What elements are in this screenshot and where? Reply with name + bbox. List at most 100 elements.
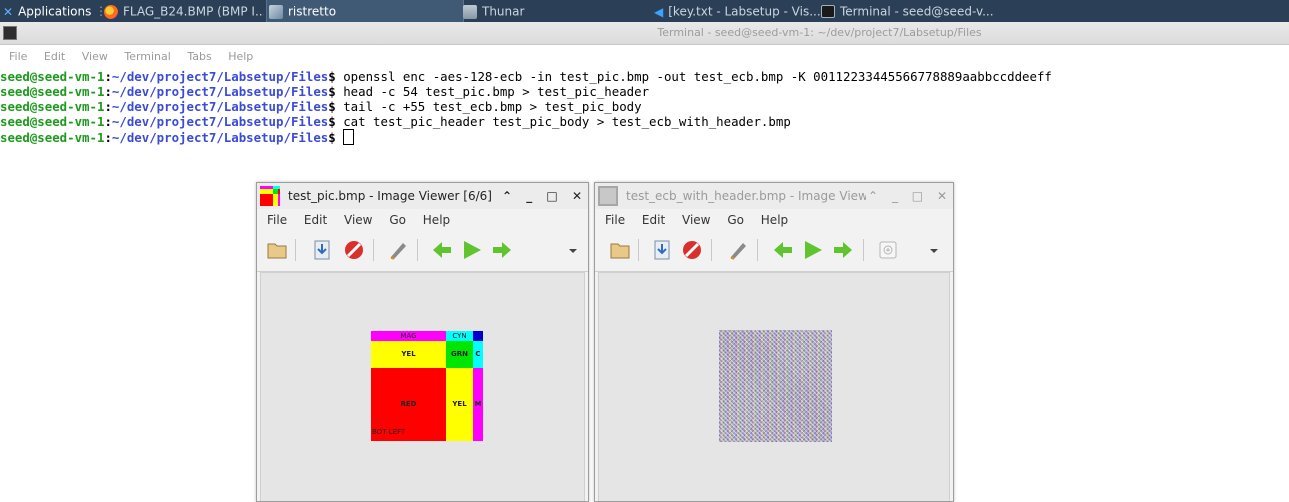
open-folder-icon[interactable] [266, 239, 288, 261]
minimize-icon[interactable]: _ [892, 189, 898, 203]
terminal-cursor [343, 129, 355, 145]
terminal-line: seed@seed-vm-1:~/dev/project7/Labsetup/F… [0, 84, 650, 99]
prompt-symbol: $ [328, 99, 336, 114]
image-canvas[interactable] [598, 272, 950, 501]
bot-left-caption: BOT LEFT [372, 427, 432, 437]
close-icon[interactable]: ✕ [572, 189, 582, 203]
window-controls: ⌃ _ □ ✕ [492, 183, 582, 209]
image-viewer-window-ecb[interactable]: test_ecb_with_header.bmp - Image View ⌃ … [594, 182, 954, 502]
terminal-line: seed@seed-vm-1:~/dev/project7/Labsetup/F… [0, 129, 1289, 145]
command-text: head -c 54 test_pic.bmp > test_pic_heade… [343, 84, 650, 99]
menu-terminal[interactable]: Terminal [124, 50, 171, 63]
viewer-titlebar[interactable]: test_pic.bmp - Image Viewer [6/6] ⌃ _ □ … [257, 183, 588, 209]
next-arrow-icon[interactable] [491, 239, 513, 261]
delete-stop-icon[interactable] [343, 239, 365, 261]
save-copy-icon[interactable] [651, 239, 673, 261]
prompt-user: seed@seed-vm-1 [0, 99, 105, 114]
taskbar-item-label: Terminal - seed@seed-v... [840, 4, 994, 19]
applications-menu-button[interactable]: ✕ Applications [3, 0, 91, 22]
viewer-menubar: File Edit View Go Help [595, 209, 953, 231]
taskbar-item-ristretto[interactable]: ristretto [266, 0, 464, 22]
command-text: tail -c +55 test_ecb.bmp > test_pic_body [343, 99, 642, 114]
prompt-path: ~/dev/project7/Labsetup/Files [111, 130, 329, 145]
overflow-chevron-icon[interactable] [923, 239, 945, 261]
magenta-right-block: M [473, 368, 483, 441]
cyan-block: CYN [446, 331, 473, 341]
menu-help[interactable]: Help [228, 50, 253, 63]
viewer-titlebar[interactable]: test_ecb_with_header.bmp - Image View ⌃ … [595, 183, 953, 209]
prompt-user: seed@seed-vm-1 [0, 69, 105, 84]
overflow-chevron-icon[interactable] [562, 239, 584, 261]
window-group-icon [269, 4, 283, 19]
viewer-toolbar [595, 231, 953, 272]
taskbar: ✕ Applications ⋮ FLAG_B24.BMP (BMP I... r… [0, 0, 1289, 23]
menu-view[interactable]: View [82, 50, 108, 63]
taskbar-item-terminal[interactable]: Terminal - seed@seed-v... [821, 0, 1011, 22]
terminal-line: seed@seed-vm-1:~/dev/project7/Labsetup/F… [0, 114, 791, 129]
menu-go[interactable]: Go [389, 213, 406, 227]
viewer-title: test_ecb_with_header.bmp - Image View [626, 189, 866, 203]
yel-mid-label: YEL [452, 400, 467, 408]
image-thumbnail-icon [598, 186, 618, 206]
play-slideshow-icon[interactable] [461, 239, 483, 261]
toolbar-separator [638, 239, 639, 261]
image-viewer-window-test-pic[interactable]: test_pic.bmp - Image Viewer [6/6] ⌃ _ □ … [256, 182, 589, 502]
red-label: RED [400, 400, 417, 408]
yel-label: YEL [401, 350, 416, 358]
prompt-path: ~/dev/project7/Labsetup/Files [111, 69, 329, 84]
taskbar-item-firefox[interactable]: FLAG_B24.BMP (BMP I... [104, 0, 264, 22]
zoom-in-icon[interactable] [877, 239, 899, 261]
green-block: GRN [446, 341, 473, 368]
taskbar-item-label: ristretto [288, 4, 337, 19]
taskbar-item-thunar[interactable]: Thunar [463, 0, 643, 22]
menu-file[interactable]: File [9, 50, 27, 63]
taskbar-item-vscode[interactable]: ◀ [key.txt - Labsetup - Vis... [654, 0, 834, 22]
menu-help[interactable]: Help [761, 213, 788, 227]
viewer-toolbar [257, 231, 588, 272]
folder-group-icon [463, 4, 477, 19]
terminal-line: seed@seed-vm-1:~/dev/project7/Labsetup/F… [0, 99, 642, 114]
menu-file[interactable]: File [605, 213, 625, 227]
delete-stop-icon[interactable] [681, 239, 703, 261]
maximize-icon[interactable]: □ [546, 189, 557, 203]
terminal-menubar: File Edit View Terminal Tabs Help [0, 46, 257, 68]
menu-tabs[interactable]: Tabs [187, 50, 211, 63]
menu-edit[interactable]: Edit [642, 213, 665, 227]
minimize-icon[interactable]: _ [526, 189, 532, 203]
mag-label: MAG [400, 332, 417, 340]
terminal-output[interactable]: seed@seed-vm-1:~/dev/project7/Labsetup/F… [0, 69, 1289, 145]
maximize-icon[interactable]: □ [912, 189, 923, 203]
edit-pencil-icon[interactable] [387, 239, 409, 261]
taskbar-item-label: [key.txt - Labsetup - Vis... [668, 4, 821, 19]
menu-edit[interactable]: Edit [44, 50, 65, 63]
close-icon[interactable]: ✕ [937, 189, 947, 203]
play-slideshow-icon[interactable] [802, 239, 824, 261]
previous-arrow-icon[interactable] [431, 239, 453, 261]
menu-edit[interactable]: Edit [304, 213, 327, 227]
image-canvas[interactable]: MAG CYN YEL GRN C RED YEL M BOT LEFT [260, 272, 585, 501]
command-text: openssl enc -aes-128-ecb -in test_pic.bm… [343, 69, 1052, 84]
terminal-titlebar[interactable]: Terminal - seed@seed-vm-1: ~/dev/project… [0, 22, 1289, 45]
window-menu-icon[interactable]: ⌃ [502, 189, 512, 203]
menu-help[interactable]: Help [423, 213, 450, 227]
prompt-path: ~/dev/project7/Labsetup/Files [111, 84, 329, 99]
m-label: M [474, 400, 482, 408]
menu-file[interactable]: File [267, 213, 287, 227]
toolbar-separator [373, 239, 374, 261]
toolbar-separator [863, 239, 864, 261]
edit-pencil-icon[interactable] [727, 239, 749, 261]
yellow-block: YEL [371, 341, 446, 368]
cyan-right-block: C [473, 341, 483, 368]
previous-arrow-icon[interactable] [772, 239, 794, 261]
prompt-symbol: $ [328, 114, 336, 129]
open-folder-icon[interactable] [609, 239, 631, 261]
menu-view[interactable]: View [344, 213, 372, 227]
vscode-icon: ◀ [654, 4, 664, 19]
window-menu-icon[interactable]: ⌃ [868, 189, 878, 203]
grn-label: GRN [451, 350, 468, 358]
save-copy-icon[interactable] [311, 239, 333, 261]
next-arrow-icon[interactable] [832, 239, 854, 261]
menu-go[interactable]: Go [727, 213, 744, 227]
prompt-user: seed@seed-vm-1 [0, 114, 105, 129]
menu-view[interactable]: View [682, 213, 710, 227]
